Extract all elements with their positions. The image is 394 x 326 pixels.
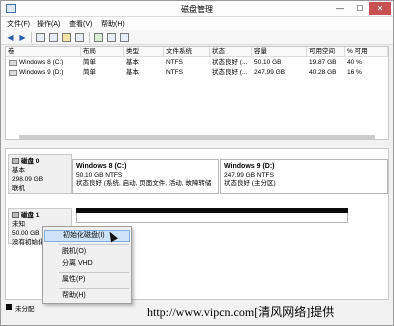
volume-filesystem: NTFS — [166, 59, 183, 66]
volume-layout: 简单 — [83, 69, 96, 76]
volume-layout: 简单 — [83, 59, 96, 66]
scrollbar-thumb[interactable] — [19, 135, 375, 139]
menu-separator — [59, 288, 129, 289]
disk-icon — [12, 212, 19, 218]
partition-header-bar — [72, 159, 219, 160]
column-header-capacity[interactable]: 容量 — [252, 47, 307, 57]
volume-list-panel: 卷 布局 类型 文件系统 状态 容量 可用空间 % 可用 Windows 8 (… — [5, 46, 389, 140]
disk-name: 磁盘 1 — [21, 212, 40, 219]
watermark-text: http://www.vipcn.com[清风网络]提供 — [147, 305, 335, 319]
settings-icon[interactable] — [120, 33, 129, 42]
unallocated-space[interactable] — [76, 213, 348, 223]
disk-status: 联机 — [12, 185, 25, 192]
minimize-button[interactable]: — — [331, 2, 349, 15]
volume-row[interactable]: Windows 8 (C:) 简单 基本 NTFS 状态良好 (... 50.1… — [6, 58, 388, 68]
volume-free-space: 19.87 GB — [309, 59, 337, 66]
disk-0-label[interactable]: 磁盘 0 基本 298.09 GB 联机 — [8, 154, 72, 194]
column-header-free-space[interactable]: 可用空间 — [307, 47, 345, 57]
volume-type: 基本 — [126, 59, 139, 66]
column-header-filesystem[interactable]: 文件系统 — [164, 47, 210, 57]
volume-icon — [9, 60, 17, 66]
column-header-type[interactable]: 类型 — [124, 47, 164, 57]
column-header-volume[interactable]: 卷 — [6, 47, 81, 57]
menu-action[interactable]: 操作(A) — [37, 19, 60, 29]
column-header-percent-free[interactable]: % 可用 — [345, 47, 388, 57]
partition-header-bar — [220, 159, 388, 160]
partition-c[interactable]: Windows 8 (C:) 50.10 GB NTFS 状态良好 (系统, 启… — [72, 159, 219, 194]
toolbar-divider — [89, 32, 90, 43]
volume-list-icon[interactable] — [36, 33, 45, 42]
help-icon[interactable] — [62, 33, 71, 42]
volume-name: Windows 8 (C:) — [19, 59, 64, 66]
legend-unallocated-swatch — [6, 304, 12, 310]
disk-name: 磁盘 0 — [21, 158, 40, 165]
partition-name: Windows 8 (C:) — [76, 163, 127, 170]
legend-unallocated-label: 未分配 — [15, 306, 35, 313]
menu-item-offline[interactable]: 脱机(O) — [44, 246, 130, 258]
menu-item-detach-vhd[interactable]: 分离 VHD — [44, 258, 130, 270]
volume-filesystem: NTFS — [166, 69, 183, 76]
volume-row[interactable]: Windows 9 (D:) 简单 基本 NTFS 状态良好 (... 247.… — [6, 68, 388, 78]
close-button[interactable]: ✕ — [369, 2, 391, 15]
partition-status: 状态良好 (主分区) — [224, 180, 276, 187]
volume-percent-free: 16 % — [347, 69, 362, 76]
menu-file[interactable]: 文件(F) — [7, 19, 30, 29]
volume-type: 基本 — [126, 69, 139, 76]
toolbar-divider — [31, 32, 32, 43]
partition-size: 50.10 GB NTFS — [76, 171, 123, 179]
checkmark-icon[interactable] — [94, 33, 103, 42]
menu-view[interactable]: 查看(V) — [69, 19, 92, 29]
partition-size: 247.99 GB NTFS — [224, 171, 274, 179]
volume-free-space: 40.28 GB — [309, 69, 337, 76]
properties-icon[interactable] — [49, 33, 58, 42]
disk-icon — [12, 158, 19, 164]
disk-rescan-icon[interactable] — [107, 33, 116, 42]
disk-management-window: 磁盘管理 — ☐ ✕ 文件(F) 操作(A) 查看(V) 帮助(H) ◀ ▶ 卷… — [0, 0, 394, 326]
context-menu: 初始化磁盘(I) 脱机(O) 分离 VHD 属性(P) 帮助(H) — [42, 226, 132, 304]
volume-capacity: 247.99 GB — [254, 69, 286, 76]
volume-icon — [9, 70, 17, 76]
menu-help[interactable]: 帮助(H) — [101, 19, 125, 29]
menu-item-properties[interactable]: 属性(P) — [44, 274, 130, 286]
toolbar: ◀ ▶ — [1, 30, 393, 45]
column-header-layout[interactable]: 布局 — [81, 47, 124, 57]
arrow-right-icon[interactable]: ▶ — [17, 32, 28, 43]
arrow-left-icon[interactable]: ◀ — [5, 32, 16, 43]
refresh-icon[interactable] — [75, 33, 84, 42]
menu-separator — [59, 244, 129, 245]
menu-bar: 文件(F) 操作(A) 查看(V) 帮助(H) — [1, 17, 393, 30]
volume-status: 状态良好 (... — [212, 59, 248, 66]
volume-capacity: 50.10 GB — [254, 59, 282, 66]
partition-d[interactable]: Windows 9 (D:) 247.99 GB NTFS 状态良好 (主分区) — [220, 159, 388, 194]
column-header-status[interactable]: 状态 — [210, 47, 252, 57]
partition-name: Windows 9 (D:) — [224, 163, 275, 170]
volume-percent-free: 40 % — [347, 59, 362, 66]
volume-list-scrollbar[interactable] — [5, 134, 389, 140]
volume-status: 状态良好 (... — [212, 69, 248, 76]
title-bar: 磁盘管理 — ☐ ✕ — [1, 1, 393, 17]
menu-separator — [59, 272, 129, 273]
disk-type: 基本 — [12, 167, 25, 174]
menu-item-help[interactable]: 帮助(H) — [44, 290, 130, 302]
volume-name: Windows 9 (D:) — [19, 69, 64, 76]
maximize-button[interactable]: ☐ — [351, 2, 369, 15]
partition-status: 状态良好 (系统, 启动, 页面文件, 活动, 故障转储 — [76, 180, 212, 187]
disk-size: 298.09 GB — [12, 176, 44, 183]
